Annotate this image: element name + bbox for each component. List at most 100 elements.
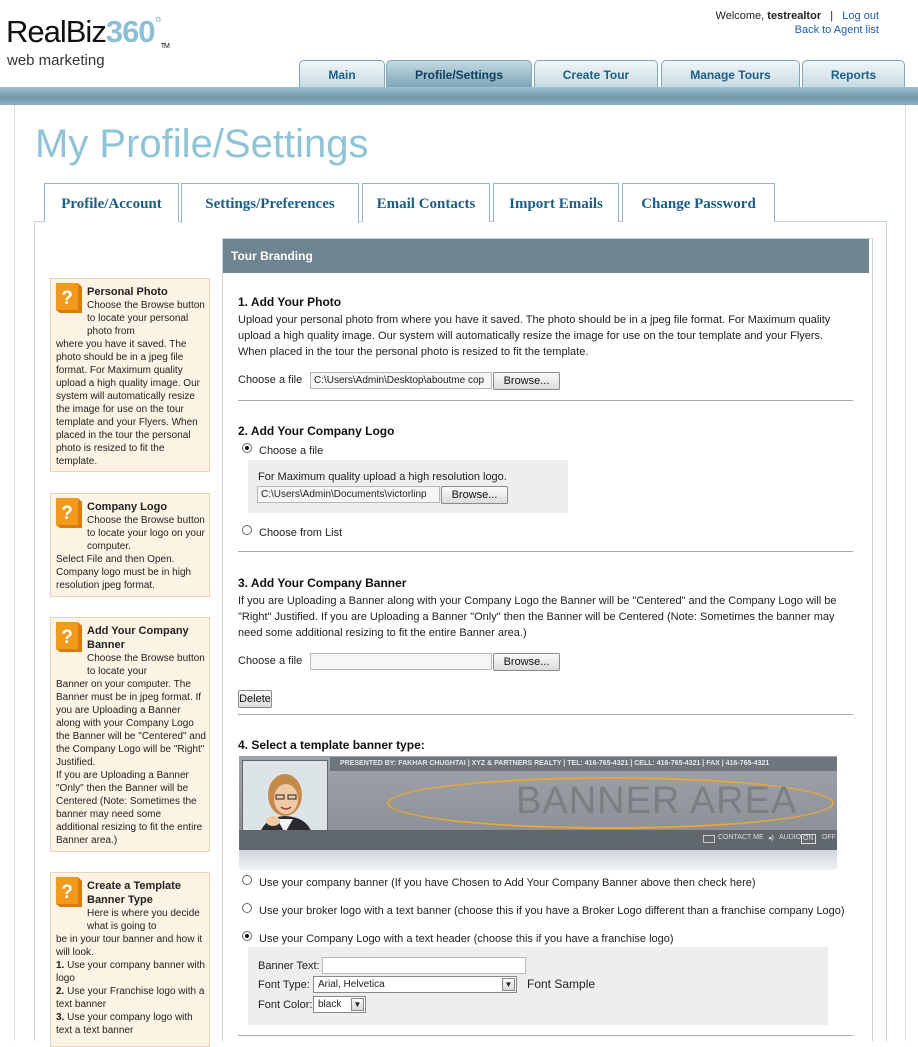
logout-link[interactable]: Log out — [842, 10, 879, 22]
nav-tab-main[interactable]: Main — [299, 60, 385, 87]
section-company-logo-title: 2. Add Your Company Logo — [238, 424, 395, 438]
help-body: Here is where you decide what is going t… — [56, 907, 206, 1037]
banner-type-opt1-label: Use your company banner (If you have Cho… — [259, 877, 756, 889]
help-title: Company Logo — [87, 501, 168, 513]
speaker-icon: ◂) — [768, 835, 774, 842]
logo-choose-file-label: Choose a file — [259, 445, 324, 457]
banner-type-radio-company-banner[interactable] — [242, 875, 252, 885]
logo-browse-button[interactable]: Browse... — [441, 486, 508, 504]
help-list-item: Use your company logo with text a text b… — [56, 1012, 193, 1036]
section-company-banner-title: 3. Add Your Company Banner — [238, 576, 407, 590]
brand-name: RealBiz — [6, 14, 107, 49]
help-body-text: be in your tour banner and how it will l… — [56, 934, 203, 958]
section-banner-type-title: 4. Select a template banner type: — [238, 738, 425, 752]
help-list-item: Use your company banner with logo — [56, 960, 205, 984]
header-bar — [0, 87, 918, 105]
banner-text-input[interactable] — [322, 957, 526, 974]
section-add-photo-text: Upload your personal photo from where yo… — [238, 314, 831, 358]
font-color-select[interactable]: black ▼ — [313, 996, 366, 1013]
section-company-banner-text: If you are Uploading a Banner along with… — [238, 595, 837, 639]
help-company-banner: ? Add Your Company Banner Choose the Bro… — [50, 617, 210, 852]
section-add-photo-title: 1. Add Your Photo — [238, 295, 342, 309]
tab-settings-preferences[interactable]: Settings/Preferences — [181, 183, 359, 223]
help-body-text: Banner on your computer. The Banner must… — [56, 679, 206, 768]
help-body-indent: Choose the Browse button to locate your — [87, 653, 205, 677]
svg-text:?: ? — [61, 627, 73, 648]
tab-change-password[interactable]: Change Password — [622, 183, 775, 222]
help-body: Choose the Browse button to locate your … — [56, 299, 206, 468]
divider — [238, 1035, 853, 1036]
nav-tab-manage-tours[interactable]: Manage Tours — [661, 60, 800, 87]
tab-email-contacts[interactable]: Email Contacts — [362, 183, 490, 222]
banner-file-label: Choose a file — [238, 655, 303, 667]
nav-tab-profile-settings[interactable]: Profile/Settings — [386, 60, 532, 87]
banner-type-radio-company-logo[interactable] — [242, 931, 252, 941]
banner-contact-me: CONTACT ME — [718, 834, 764, 841]
help-body: Choose the Browse button to locate your … — [56, 652, 206, 847]
help-list-item: Use your Franchise logo with a text bann… — [56, 986, 205, 1010]
banner-type-radio-broker-logo[interactable] — [242, 903, 252, 913]
banner-type-opt3-label: Use your Company Logo with a text header… — [259, 933, 674, 945]
logo-choose-from-list-label: Choose from List — [259, 527, 343, 539]
divider — [238, 400, 853, 401]
banner-file-input[interactable] — [310, 653, 492, 670]
nav-tab-reports[interactable]: Reports — [802, 60, 905, 87]
help-body-text: where you have it saved. The photo shoul… — [56, 339, 200, 467]
help-title: Personal Photo — [87, 286, 168, 298]
banner-browse-button[interactable]: Browse... — [493, 653, 560, 671]
panel-header: Tour Branding — [223, 239, 869, 273]
tab-import-emails[interactable]: Import Emails — [493, 183, 619, 222]
logo-hint: For Maximum quality upload a high resolu… — [258, 471, 507, 483]
envelope-icon — [703, 835, 715, 843]
font-type-label: Font Type: — [258, 979, 310, 991]
page-title: My Profile/Settings — [35, 122, 369, 166]
help-icon: ? — [56, 877, 82, 907]
svg-text:?: ? — [61, 882, 73, 903]
brand-logo: RealBiz360° TM — [6, 14, 170, 50]
banner-type-opt2-label: Use your broker logo with a text banner … — [259, 905, 845, 917]
chevron-down-icon: ▼ — [351, 998, 364, 1011]
banner-audio-on: ON — [801, 834, 816, 844]
font-color-value: black — [318, 999, 342, 1010]
font-type-value: Arial, Helvetica — [318, 979, 385, 990]
brand-tagline: web marketing — [7, 52, 105, 69]
help-body-indent: Here is where you decide what is going t… — [87, 908, 200, 932]
logo-file-input[interactable]: C:\Users\Admin\Documents\victorlinp — [257, 486, 440, 503]
logo-choose-file-radio[interactable] — [242, 443, 252, 453]
help-body-text: Select File and then Open. Company logo … — [56, 554, 192, 591]
logo-choose-from-list-radio[interactable] — [242, 525, 252, 535]
help-body-indent: Choose the Browse button to locate your … — [87, 515, 205, 552]
font-sample: Font Sample — [527, 977, 596, 991]
banner-footer-strip — [239, 850, 837, 870]
separator: | — [830, 10, 834, 22]
help-body-text-2: If you are Uploading a Banner "Only" the… — [56, 770, 203, 846]
username: testrealtor — [767, 10, 822, 22]
help-template-banner-type: ? Create a Template Banner Type Here is … — [50, 872, 210, 1047]
photo-file-label: Choose a file — [238, 374, 303, 386]
help-title: Create a Template Banner Type — [87, 880, 181, 906]
nav-tab-create-tour[interactable]: Create Tour — [534, 60, 658, 87]
banner-audio-off: OFF — [822, 834, 836, 841]
divider — [238, 551, 853, 552]
banner-area-text: BANNER AREA — [516, 780, 798, 822]
font-type-select[interactable]: Arial, Helvetica ▼ — [313, 976, 517, 993]
tab-profile-account[interactable]: Profile/Account — [44, 183, 179, 222]
chevron-down-icon: ▼ — [502, 978, 515, 991]
back-to-agent-list-link[interactable]: Back to Agent list — [795, 24, 879, 36]
banner-text-label: Banner Text: — [258, 960, 320, 972]
divider — [238, 714, 853, 715]
help-title: Add Your Company Banner — [87, 625, 189, 651]
help-body-indent: Choose the Browse button to locate your … — [87, 300, 205, 337]
welcome-text: Welcome, testrealtor | Log out — [716, 10, 879, 22]
banner-delete-button[interactable]: Delete — [238, 690, 272, 708]
photo-browse-button[interactable]: Browse... — [493, 372, 560, 390]
help-icon: ? — [56, 622, 82, 652]
banner-audio-label: AUDIO — [779, 834, 802, 841]
photo-file-input[interactable]: C:\Users\Admin\Desktop\aboutme cop — [310, 372, 492, 389]
font-color-label: Font Color: — [258, 999, 313, 1011]
welcome-prefix: Welcome, — [715, 10, 768, 22]
banner-info-strip: PRESENTED BY: FAKHAR CHUGHTAI | XYZ & PA… — [330, 757, 837, 771]
help-personal-photo: ? Personal Photo Choose the Browse butto… — [50, 278, 210, 472]
help-company-logo: ? Company Logo Choose the Browse button … — [50, 493, 210, 597]
brand-tm: TM — [160, 43, 170, 50]
